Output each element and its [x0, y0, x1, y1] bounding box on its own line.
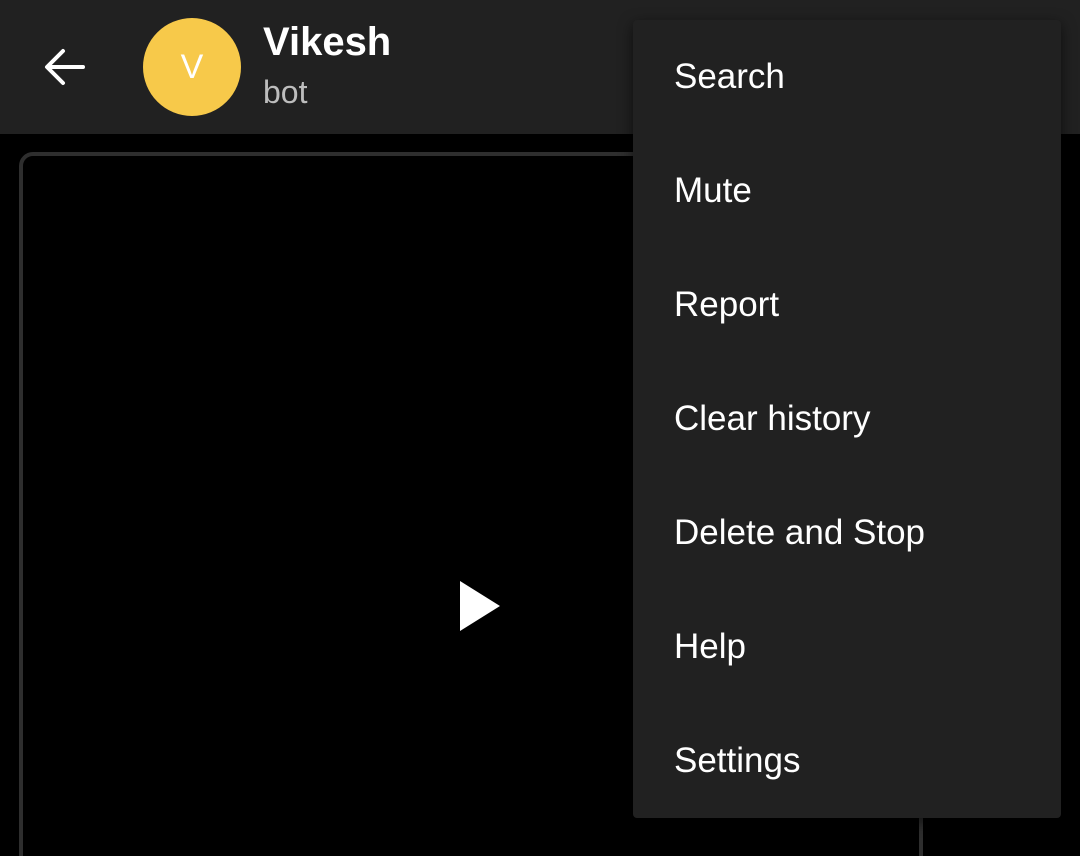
menu-item-label: Help: [674, 627, 746, 666]
avatar-letter: V: [180, 47, 204, 86]
menu-item-settings[interactable]: Settings: [633, 704, 1061, 818]
overflow-menu: Search Mute Report Clear history Delete …: [633, 20, 1061, 818]
arrow-left-icon: [45, 49, 85, 85]
menu-item-report[interactable]: Report: [633, 248, 1061, 362]
play-button[interactable]: [454, 577, 506, 635]
menu-item-label: Delete and Stop: [674, 513, 926, 552]
play-icon: [460, 581, 500, 631]
menu-item-mute[interactable]: Mute: [633, 134, 1061, 248]
menu-item-clear-history[interactable]: Clear history: [633, 362, 1061, 476]
chat-screen: V Vikesh bot Search Mute Report Clear hi…: [0, 0, 1080, 856]
chat-title[interactable]: Vikesh: [263, 20, 391, 65]
menu-item-search[interactable]: Search: [633, 20, 1061, 134]
menu-item-label: Settings: [674, 741, 801, 780]
menu-item-label: Report: [674, 285, 780, 324]
menu-item-label: Mute: [674, 171, 752, 210]
menu-item-help[interactable]: Help: [633, 590, 1061, 704]
menu-item-delete-and-stop[interactable]: Delete and Stop: [633, 476, 1061, 590]
menu-item-label: Clear history: [674, 399, 871, 438]
chat-subtitle: bot: [263, 74, 308, 110]
avatar[interactable]: V: [143, 18, 241, 116]
menu-item-label: Search: [674, 57, 785, 96]
back-button[interactable]: [30, 34, 100, 100]
